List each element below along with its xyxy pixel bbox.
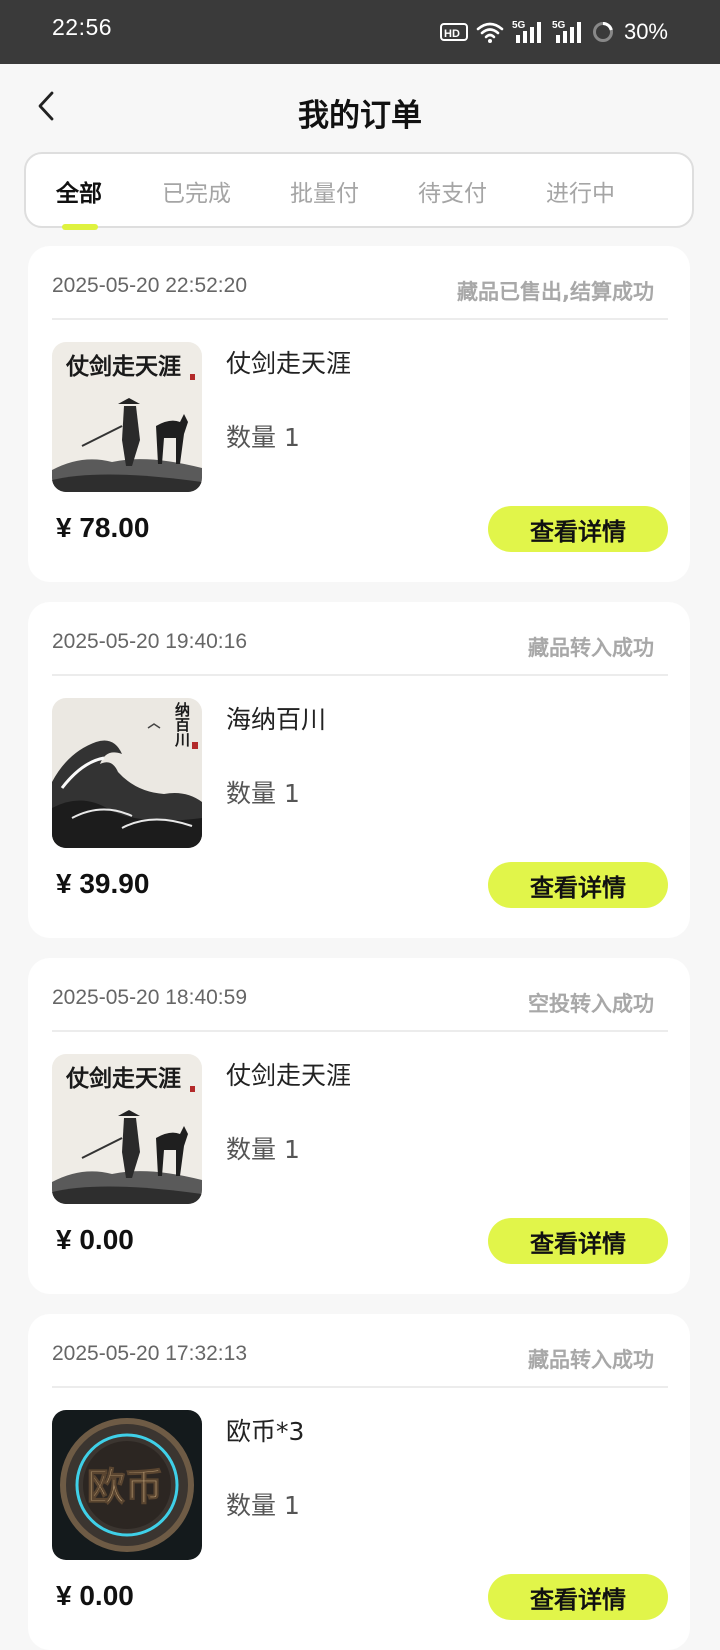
tab-pending-payment[interactable]: 待支付 [418,174,487,208]
item-price: ¥ 0.00 [56,1580,134,1611]
order-time: 2025-05-20 22:52:20 [52,274,247,297]
item-image-ou-coin[interactable]: 欧币 [52,1410,202,1560]
item-price: ¥ 39.90 [56,868,150,899]
svg-text:欧币: 欧币 [87,1464,163,1509]
tab-completed[interactable]: 已完成 [162,174,231,208]
order-time: 2025-05-20 18:40:59 [52,986,247,1009]
tab-all[interactable]: 全部 [56,174,102,208]
item-image-ocean-wave[interactable]: 纳百川 [52,698,202,848]
order-status: 空投转入成功 [528,992,654,1016]
divider [52,1030,668,1032]
battery-level: 30% [623,19,668,44]
item-image-swordsman[interactable]: 仗剑走天涯 [52,342,202,492]
order-time: 2025-05-20 17:32:13 [52,1342,247,1365]
order-card[interactable]: 2025-05-20 19:40:16 藏品转入成功 纳百川 海纳百川 数量 1… [28,602,690,938]
view-details-button[interactable]: 查看详情 [488,1218,668,1264]
item-quantity: 数量 1 [226,779,300,808]
header: 我的订单 [0,64,720,152]
tab-in-progress[interactable]: 进行中 [546,174,615,208]
tab-active-indicator [62,224,98,230]
status-time: 22:56 [52,14,113,40]
hd-icon: HD [439,23,468,41]
item-quantity: 数量 1 [226,423,300,452]
item-name: 海纳百川 [226,705,327,734]
page-title: 我的订单 [298,98,422,134]
view-details-button[interactable]: 查看详情 [488,862,668,908]
battery-icon [592,21,613,42]
svg-text:5G: 5G [512,20,526,31]
view-details-button[interactable]: 查看详情 [488,1574,668,1620]
item-quantity: 数量 1 [226,1491,300,1520]
order-status: 藏品已售出,结算成功 [457,280,654,304]
status-icons: HD 5G 5G 30% [439,17,668,47]
order-card[interactable]: 2025-05-20 18:40:59 空投转入成功 仗剑走天涯 仗剑走天涯 数… [28,958,690,1294]
tab-batch-pay[interactable]: 批量付 [290,174,359,208]
view-details-button[interactable]: 查看详情 [488,506,668,552]
order-status: 藏品转入成功 [528,1348,654,1372]
item-name: 仗剑走天涯 [226,349,352,378]
item-name: 欧币*3 [226,1417,305,1446]
signal-5g-icon-2: 5G [552,20,581,43]
order-tabs: 全部 已完成 批量付 待支付 进行中 [24,152,694,230]
divider [52,1386,668,1388]
item-image-swordsman[interactable]: 仗剑走天涯 [52,1054,202,1204]
item-price: ¥ 78.00 [56,512,150,543]
order-time: 2025-05-20 19:40:16 [52,630,247,653]
item-quantity: 数量 1 [226,1135,300,1164]
svg-text:5G: 5G [552,20,566,31]
wifi-icon [476,22,504,43]
divider [52,674,668,676]
svg-text:仗剑走天涯: 仗剑走天涯 [65,1065,181,1092]
item-price: ¥ 0.00 [56,1224,134,1255]
item-name: 仗剑走天涯 [226,1061,352,1090]
status-bar: 22:56 HD 5G 5G 30% [0,0,720,64]
order-card[interactable]: 2025-05-20 17:32:13 藏品转入成功 欧币 欧币*3 数量 1 … [28,1314,690,1650]
svg-text:仗剑走天涯: 仗剑走天涯 [65,353,181,380]
order-card[interactable]: 2025-05-20 22:52:20 藏品已售出,结算成功 仗剑走天涯 仗剑走… [28,246,690,582]
svg-text:HD: HD [444,28,460,40]
order-status: 藏品转入成功 [528,636,654,660]
divider [52,318,668,320]
signal-5g-icon: 5G [512,20,541,43]
svg-text:纳百川: 纳百川 [173,701,191,747]
